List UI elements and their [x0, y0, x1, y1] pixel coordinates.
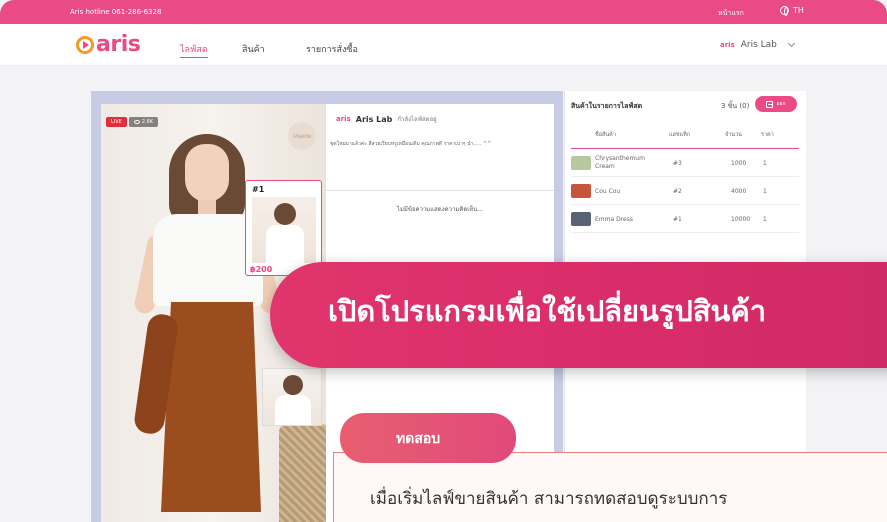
- product-thumbnail[interactable]: [262, 368, 322, 426]
- exit-button-label: ออก: [776, 101, 786, 107]
- row-quantity: 10000: [731, 216, 751, 223]
- tip-text: เมื่อเริ่มไลฟ์ขายสินค้า สามารถทดสอบดูระบ…: [370, 489, 728, 509]
- globe-icon: [780, 6, 789, 16]
- live-status: กำลังไลฟ์สดอยู่: [397, 116, 437, 123]
- thumb-hair: [274, 203, 296, 225]
- test-tag: ทดสอบ: [340, 413, 516, 463]
- shop-name: Aris Lab: [355, 114, 393, 124]
- home-link[interactable]: หน้าแรก: [718, 8, 744, 19]
- eye-icon: [133, 120, 140, 124]
- thumb-blouse: [275, 395, 311, 425]
- nav-item-products[interactable]: สินค้า: [242, 42, 265, 56]
- model-face: [185, 144, 229, 202]
- live-badge: LIVE: [106, 117, 127, 127]
- row-thumbnail: [571, 156, 591, 170]
- product-count: 3 ชิ้น (0): [721, 102, 750, 110]
- row-hashtag: #1: [673, 216, 682, 223]
- view-count: 2.6K: [128, 117, 159, 127]
- row-name: Emma Dress: [595, 216, 633, 223]
- header-divider: [571, 148, 799, 149]
- user-brand-logo: aris: [720, 41, 735, 49]
- row-hashtag: #3: [673, 160, 682, 167]
- banner-text: เปิดโปรแกรมเพื่อใช้เปลี่ยนรูปสินค้า: [328, 294, 767, 328]
- logo-text: aris: [96, 32, 141, 57]
- header-quantity: จำนวน: [725, 132, 742, 138]
- main-nav: aris ไลฟ์สด สินค้า รายการสั่งซื้อ aris A…: [0, 24, 887, 66]
- pinned-product-price: ฿200: [250, 265, 273, 274]
- live-indicator: LIVE 2.6K: [106, 117, 159, 127]
- table-row[interactable]: Emma Dress #1 10000 1: [571, 207, 799, 233]
- user-menu[interactable]: aris Aris Lab: [720, 39, 795, 50]
- feature-banner: เปิดโปรแกรมเพื่อใช้เปลี่ยนรูปสินค้า: [270, 262, 887, 368]
- exit-button[interactable]: ออก: [755, 96, 797, 112]
- chevron-down-icon: [787, 39, 795, 48]
- table-row[interactable]: Cou Cou #2 4000 1: [571, 179, 799, 205]
- top-bar: Aris hotline 061-286-6328 หน้าแรก TH: [0, 0, 887, 24]
- row-price: 1: [763, 216, 767, 223]
- row-name: Chrysanthemum Cream: [595, 155, 645, 170]
- chat-divider: [326, 190, 554, 191]
- play-logo-icon: [76, 35, 94, 54]
- table-row[interactable]: Chrysanthemum Cream #3 1000 1: [571, 151, 799, 177]
- row-name: Cou Cou: [595, 188, 621, 195]
- view-count-value: 2.6K: [141, 119, 154, 125]
- language-label: TH: [793, 6, 804, 15]
- header-name: ชื่อสินค้า: [595, 132, 616, 138]
- user-name: Aris Lab: [740, 40, 777, 50]
- wicker-basket: [279, 424, 326, 522]
- thumb-blouse: [266, 225, 304, 263]
- row-quantity: 1000: [731, 160, 747, 167]
- row-quantity: 4000: [731, 188, 747, 195]
- header-price: ราคา: [761, 132, 774, 138]
- pinned-product-number: #1: [252, 185, 265, 194]
- row-hashtag: #2: [673, 188, 682, 195]
- aris-logo[interactable]: aris: [76, 32, 141, 57]
- row-thumbnail: [571, 212, 591, 226]
- live-description: ชุดใหม่มาแล้วค่ะ สีสวยเรียบหรูเหมือนเดิม…: [330, 141, 492, 147]
- row-price: 1: [763, 160, 767, 167]
- no-comments-text: ไม่มีข้อความแสดงความคิดเห็น...: [396, 206, 484, 213]
- panel-title: สินค้าในรายการไลฟ์สด: [571, 102, 643, 110]
- chat-brand-logo: aris: [336, 115, 351, 123]
- chat-header: aris Aris Lab กำลังไลฟ์สดอยู่: [336, 114, 437, 124]
- row-thumbnail: [571, 184, 591, 198]
- exit-icon: [766, 100, 774, 108]
- row-price: 1: [763, 188, 767, 195]
- hotline-text: Aris hotline 061-286-6328: [70, 8, 162, 16]
- pinned-product-image: [252, 197, 316, 263]
- language-selector[interactable]: TH: [780, 6, 804, 16]
- pinned-product-card[interactable]: #1 ฿200: [245, 180, 322, 276]
- header-hashtag: แฮชแท็ก: [669, 132, 691, 138]
- thumb-hair: [283, 375, 303, 395]
- fashion-badge: FASHION: [288, 122, 316, 150]
- nav-item-orders[interactable]: รายการสั่งซื้อ: [306, 42, 358, 56]
- test-tag-label: ทดสอบ: [396, 431, 441, 447]
- nav-item-live[interactable]: ไลฟ์สด: [180, 42, 208, 58]
